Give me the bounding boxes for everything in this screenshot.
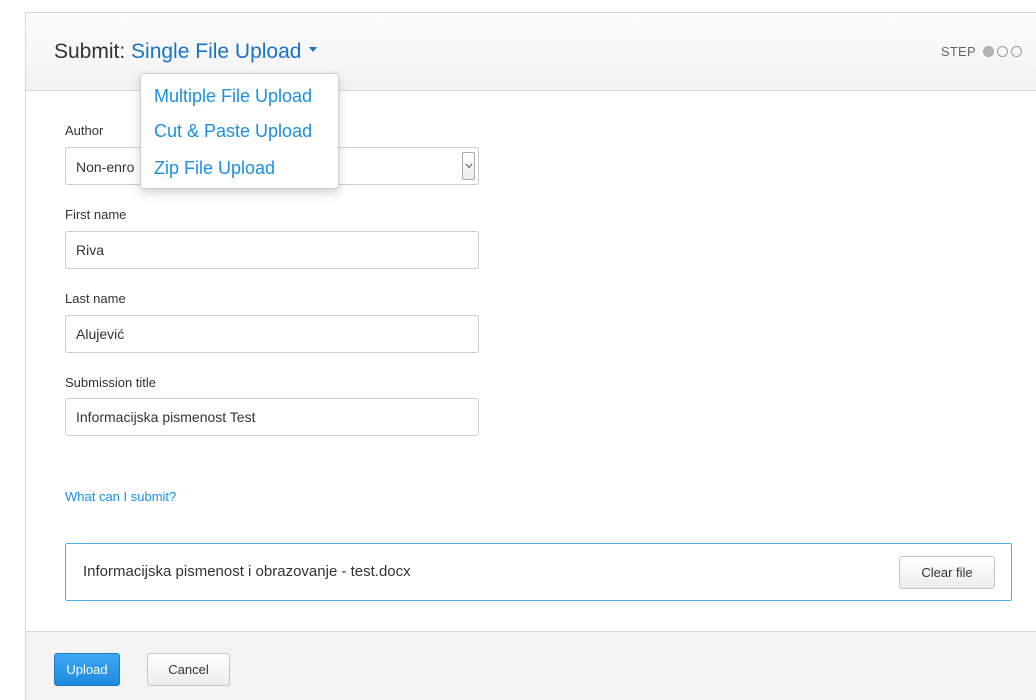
dialog-title: Submit: Single File Upload xyxy=(54,40,318,64)
clear-file-button[interactable]: Clear file xyxy=(899,556,995,589)
step-dot-icon xyxy=(997,46,1008,57)
upload-button[interactable]: Upload xyxy=(54,653,120,686)
menu-item-zip-file-upload[interactable]: Zip File Upload xyxy=(154,158,275,179)
page-background xyxy=(0,0,25,700)
upload-type-label: Single File Upload xyxy=(131,40,302,63)
upload-type-dropdown-menu: Multiple File Upload Cut & Paste Upload … xyxy=(140,73,339,189)
submission-title-label: Submission title xyxy=(65,375,157,390)
last-name-label: Last name xyxy=(65,291,126,306)
chevron-down-icon xyxy=(465,163,473,169)
caret-down-icon xyxy=(309,46,318,52)
what-can-i-submit-link[interactable]: What can I submit? xyxy=(65,489,176,504)
cancel-button[interactable]: Cancel xyxy=(147,653,230,686)
submission-title-input[interactable] xyxy=(65,398,479,436)
step-label: STEP xyxy=(940,44,976,59)
last-name-input[interactable] xyxy=(65,315,479,353)
first-name-label: First name xyxy=(65,207,127,222)
step-dot-active-icon xyxy=(983,46,994,57)
menu-item-multiple-file-upload[interactable]: Multiple File Upload xyxy=(154,86,312,107)
first-name-input[interactable] xyxy=(65,231,479,269)
step-dot-icon xyxy=(1011,46,1022,57)
upload-type-dropdown-toggle[interactable]: Single File Upload xyxy=(131,40,318,63)
author-label: Author xyxy=(65,123,104,138)
step-indicator: STEP xyxy=(941,44,1022,59)
title-prefix: Submit: xyxy=(54,40,132,63)
author-select-value: Non-enro xyxy=(76,159,135,175)
dialog-footer: Upload Cancel xyxy=(25,631,1036,700)
selected-file-name: Informacijska pismenost i obrazovanje - … xyxy=(83,563,411,580)
select-arrow-button[interactable] xyxy=(462,152,475,180)
selected-file-box: Informacijska pismenost i obrazovanje - … xyxy=(65,543,1012,601)
menu-item-cut-paste-upload[interactable]: Cut & Paste Upload xyxy=(154,121,312,142)
